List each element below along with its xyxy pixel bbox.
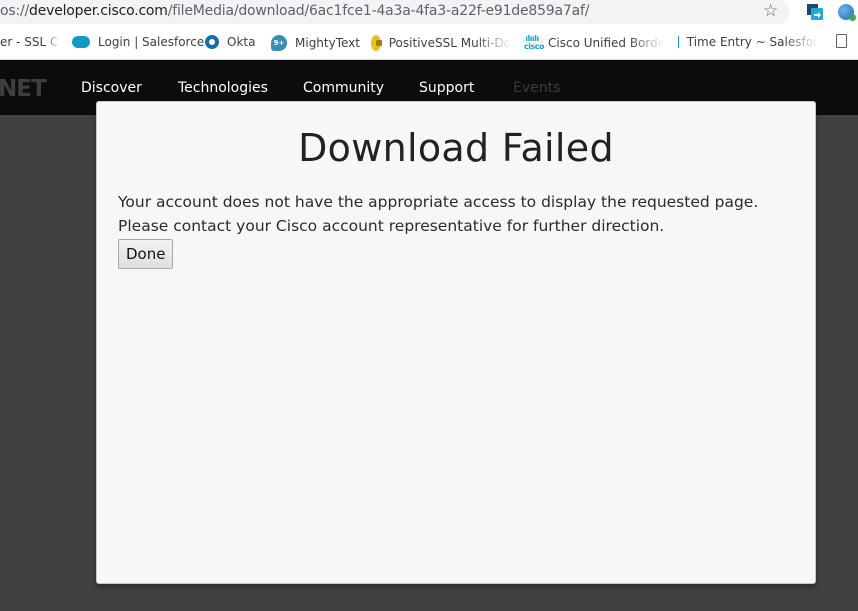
cisco-icon: ılıılı cisco <box>524 35 544 51</box>
address-bar[interactable]: os://developer.cisco.com/fileMedia/downl… <box>0 0 790 24</box>
salesforce-cloud-icon <box>678 36 679 48</box>
download-failed-dialog: Download Failed Your account does not ha… <box>96 101 816 584</box>
salesforce-cloud-icon <box>72 36 90 48</box>
bookmark-positivessl[interactable]: PositiveSSL Multi-Do <box>371 35 511 51</box>
bookmark-label: Cisco Unified Border <box>548 36 664 50</box>
bookmark-label: Login | Salesforce <box>98 35 205 49</box>
document-icon <box>836 34 847 48</box>
bookmark-ssl[interactable]: er - SSL Ce <box>0 35 66 49</box>
bookmark-label: Okta <box>227 35 256 49</box>
nav-community[interactable]: Community <box>303 80 384 96</box>
url-prefix: os:// <box>0 3 30 19</box>
bookmark-time-entry[interactable]: Time Entry ~ Salesfor <box>678 35 818 49</box>
nav-support[interactable]: Support <box>419 80 474 96</box>
nav-discover[interactable]: Discover <box>81 80 142 96</box>
extension-globe-icon[interactable] <box>838 4 856 21</box>
bookmark-label: Time Entry ~ Salesfor <box>686 35 818 49</box>
nav-events[interactable]: Events <box>513 80 560 96</box>
browser-toolbar: os://developer.cisco.com/fileMedia/downl… <box>0 0 858 26</box>
done-button[interactable]: Done <box>118 239 174 269</box>
bookmark-cisco-unified-border[interactable]: ılıılı cisco Cisco Unified Border <box>524 35 664 51</box>
url-path: /fileMedia/download/6ac1fce1-4a3a-4fa3-a… <box>167 3 590 19</box>
lock-badge-icon <box>371 35 382 51</box>
dialog-title: Download Failed <box>298 126 614 170</box>
mightytext-icon: 9+ <box>271 35 287 51</box>
bookmark-okta[interactable]: Okta <box>205 35 255 49</box>
okta-icon <box>205 35 219 49</box>
url-host: developer.cisco.com <box>29 3 168 19</box>
dialog-message: Your account does not have the appropria… <box>118 193 759 235</box>
bookmark-label: er - SSL Ce <box>0 35 66 49</box>
extension-share-icon[interactable] <box>807 4 823 20</box>
bookmark-document[interactable] <box>836 34 855 48</box>
nav-technologies[interactable]: Technologies <box>178 80 268 96</box>
bookmarks-bar: er - SSL Ce Login | Salesforce Okta 9+ M… <box>0 26 858 60</box>
url-text[interactable]: os://developer.cisco.com/fileMedia/downl… <box>0 3 589 19</box>
bookmark-label: PositiveSSL Multi-Do <box>388 36 511 50</box>
bookmark-label: MightyText <box>295 36 360 50</box>
bookmark-mightytext[interactable]: 9+ MightyText <box>271 35 360 51</box>
bookmark-star-icon[interactable]: ☆ <box>763 1 778 21</box>
site-logo[interactable]: NET <box>0 76 47 102</box>
bookmark-login-salesforce[interactable]: Login | Salesforce <box>72 35 204 49</box>
